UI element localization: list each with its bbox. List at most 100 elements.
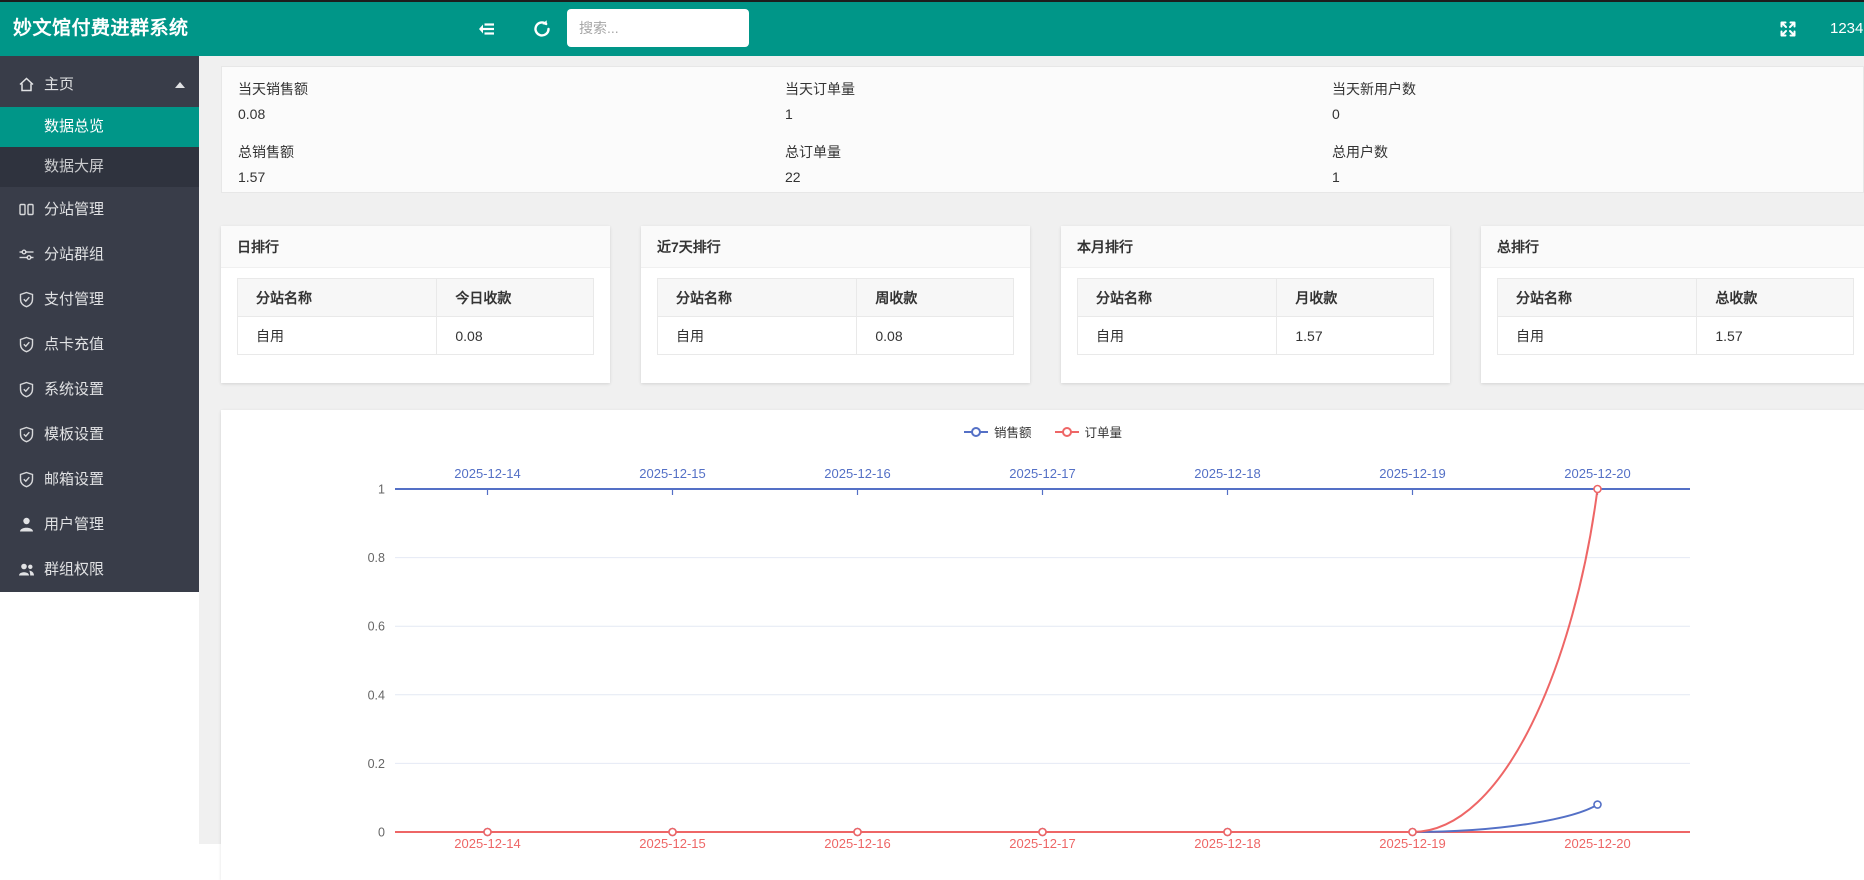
stat-today-sales: 当天销售额 0.08 [222, 67, 769, 130]
app-title: 妙文馆付费进群系统 [13, 0, 189, 56]
sidebar-item-home[interactable]: 主页 [0, 62, 199, 107]
sidebar-item-label: 邮箱设置 [44, 471, 104, 488]
sidebar-item-group-permissions[interactable]: 群组权限 [0, 547, 199, 592]
sales-orders-chart-card: 销售额 订单量 00.20.40.60.812025-12-142025-12-… [221, 410, 1864, 880]
rank-card-title: 本月排行 [1061, 226, 1450, 268]
column-header: 月收款 [1277, 279, 1434, 317]
sidebar: 主页 数据总览 数据大屏 分站管理 分站群组 支付管理 [0, 56, 199, 592]
rank-table: 分站名称 总收款 自用 1.57 [1497, 278, 1854, 355]
cell-site-name: 自用 [238, 317, 437, 355]
shield-check-icon [18, 426, 35, 443]
sidebar-item-label: 主页 [44, 76, 74, 93]
stat-label: 总销售额 [238, 142, 753, 162]
sidebar-item-data-screen[interactable]: 数据大屏 [0, 147, 199, 187]
users-icon [18, 561, 35, 578]
cell-amount: 0.08 [857, 317, 1014, 355]
cell-site-name: 自用 [1498, 317, 1697, 355]
cell-site-name: 自用 [658, 317, 857, 355]
table-row: 自用 0.08 [658, 317, 1014, 355]
sidebar-item-label: 分站管理 [44, 201, 104, 218]
stat-label: 当天销售额 [238, 79, 753, 99]
stat-value: 1 [1332, 169, 1847, 185]
column-header: 今日收款 [437, 279, 594, 317]
sidebar-item-mailbox-settings[interactable]: 邮箱设置 [0, 457, 199, 502]
column-header: 分站名称 [658, 279, 857, 317]
stat-label: 当天订单量 [785, 79, 1300, 99]
column-header: 分站名称 [1078, 279, 1277, 317]
table-row: 自用 0.08 [238, 317, 594, 355]
header-bar: 妙文馆付费进群系统 12345 [0, 0, 1864, 56]
stat-value: 0 [1332, 106, 1847, 122]
sidebar-item-data-overview[interactable]: 数据总览 [0, 107, 199, 147]
refresh-icon[interactable] [531, 18, 553, 40]
sidebar-item-label: 分站群组 [44, 246, 104, 263]
rank-table: 分站名称 月收款 自用 1.57 [1077, 278, 1434, 355]
rank-card-daily: 日排行 分站名称 今日收款 自用 0.08 [221, 226, 610, 383]
svg-text:2025-12-19: 2025-12-19 [1379, 466, 1446, 481]
stat-today-new-users: 当天新用户数 0 [1316, 67, 1863, 130]
sidebar-item-user-manage[interactable]: 用户管理 [0, 502, 199, 547]
svg-text:1: 1 [378, 483, 385, 497]
stat-total-orders: 总订单量 22 [769, 130, 1316, 193]
sidebar-item-substation-groups[interactable]: 分站群组 [0, 232, 199, 277]
sidebar-item-substation-manage[interactable]: 分站管理 [0, 187, 199, 232]
sidebar-item-card-recharge[interactable]: 点卡充值 [0, 322, 199, 367]
chevron-up-icon [175, 82, 185, 88]
rank-card-title: 总排行 [1481, 226, 1864, 268]
columns-icon [18, 201, 35, 218]
line-chart: 00.20.40.60.812025-12-142025-12-152025-1… [221, 410, 1864, 880]
svg-text:2025-12-17: 2025-12-17 [1009, 466, 1076, 481]
shield-check-icon [18, 381, 35, 398]
sidebar-item-label: 群组权限 [44, 561, 104, 578]
fullscreen-icon[interactable] [1777, 18, 1799, 40]
sidebar-item-label: 点卡充值 [44, 336, 104, 353]
stat-label: 总用户数 [1332, 142, 1847, 162]
sidebar-item-system-settings[interactable]: 系统设置 [0, 367, 199, 412]
sidebar-item-label: 模板设置 [44, 426, 104, 443]
svg-text:2025-12-16: 2025-12-16 [824, 466, 891, 481]
stat-total-sales: 总销售额 1.57 [222, 130, 769, 193]
stat-value: 0.08 [238, 106, 753, 122]
stat-value: 1 [785, 106, 1300, 122]
header-username[interactable]: 12345 [1830, 0, 1864, 56]
stat-today-orders: 当天订单量 1 [769, 67, 1316, 130]
shield-check-icon [18, 291, 35, 308]
sidebar-item-label: 支付管理 [44, 291, 104, 308]
rank-table: 分站名称 今日收款 自用 0.08 [237, 278, 594, 355]
shield-check-icon [18, 336, 35, 353]
svg-text:0.8: 0.8 [368, 551, 385, 565]
column-header: 总收款 [1697, 279, 1854, 317]
cell-site-name: 自用 [1078, 317, 1277, 355]
stat-label: 总订单量 [785, 142, 1300, 162]
svg-text:2025-12-14: 2025-12-14 [454, 466, 521, 481]
svg-text:0: 0 [378, 826, 385, 840]
table-row: 自用 1.57 [1078, 317, 1434, 355]
shield-check-icon [18, 471, 35, 488]
rank-card-title: 日排行 [221, 226, 610, 268]
sidebar-item-template-settings[interactable]: 模板设置 [0, 412, 199, 457]
svg-text:0.2: 0.2 [368, 757, 385, 771]
user-icon [18, 516, 35, 533]
svg-text:2025-12-15: 2025-12-15 [639, 466, 706, 481]
stat-value: 22 [785, 169, 1300, 185]
collapse-menu-icon[interactable] [476, 18, 498, 40]
table-row: 自用 1.57 [1498, 317, 1854, 355]
rank-card-title: 近7天排行 [641, 226, 1030, 268]
cell-amount: 0.08 [437, 317, 594, 355]
sliders-icon [18, 246, 35, 263]
stat-total-users: 总用户数 1 [1316, 130, 1863, 193]
cell-amount: 1.57 [1697, 317, 1854, 355]
svg-text:2025-12-20: 2025-12-20 [1564, 466, 1631, 481]
search-input[interactable] [567, 9, 749, 47]
rank-card-week: 近7天排行 分站名称 周收款 自用 0.08 [641, 226, 1030, 383]
ranking-cards-row: 日排行 分站名称 今日收款 自用 0.08 近7天排行 分站名称 周收款 自用 … [221, 226, 1864, 383]
sidebar-item-payment-manage[interactable]: 支付管理 [0, 277, 199, 322]
rank-card-total: 总排行 分站名称 总收款 自用 1.57 [1481, 226, 1864, 383]
stat-label: 当天新用户数 [1332, 79, 1847, 99]
home-icon [18, 76, 35, 93]
svg-text:0.6: 0.6 [368, 620, 385, 634]
stats-panel: 当天销售额 0.08 当天订单量 1 当天新用户数 0 总销售额 1.57 总订… [221, 66, 1864, 193]
column-header: 周收款 [857, 279, 1014, 317]
svg-text:2025-12-18: 2025-12-18 [1194, 466, 1261, 481]
cell-amount: 1.57 [1277, 317, 1434, 355]
